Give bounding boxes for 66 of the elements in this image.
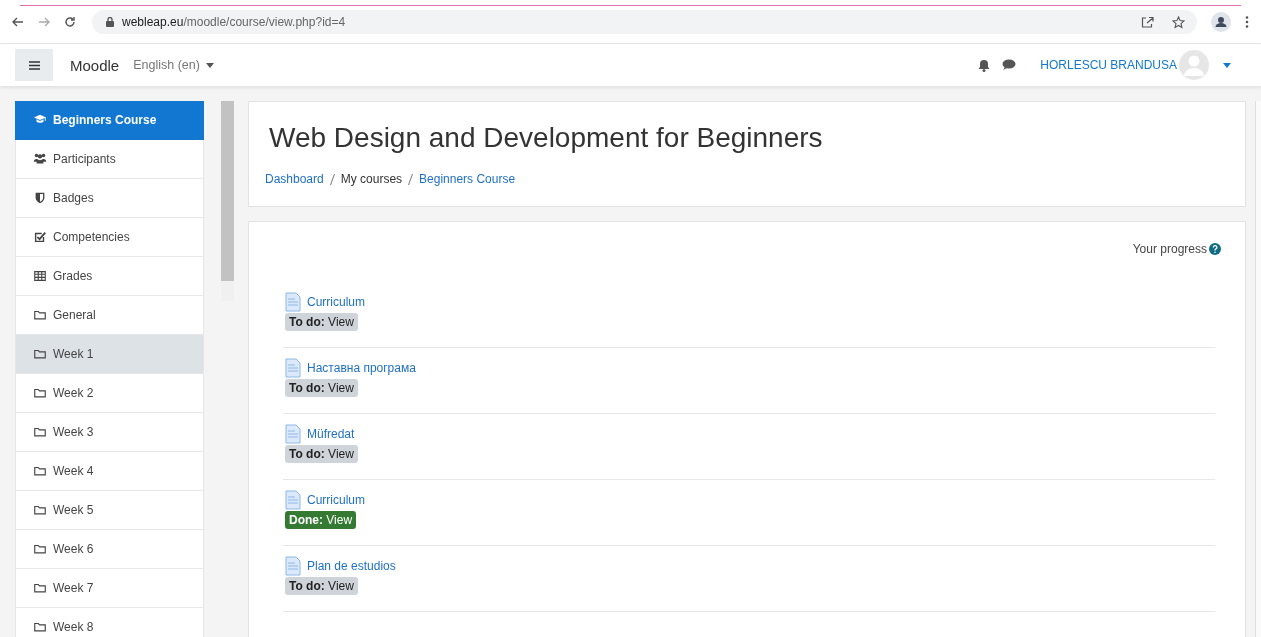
file-icon [285,424,301,444]
scrollbar[interactable] [221,101,234,301]
user-name[interactable]: HORLESCU BRANDUSA [1040,58,1177,72]
sidebar-item[interactable]: Week 1 [15,335,204,374]
file-icon [285,556,301,576]
sidebar-item[interactable]: Week 6 [15,530,204,569]
menu-button[interactable] [15,49,53,81]
completion-badge[interactable]: To do: View [285,379,358,397]
folder-icon [33,386,47,400]
lock-icon [106,17,114,27]
table-icon [33,269,47,283]
shield-icon [33,191,47,205]
share-icon[interactable] [1141,16,1154,28]
sidebar-item[interactable]: Week 7 [15,569,204,608]
sidebar-item[interactable]: General [15,296,204,335]
sidebar-item[interactable]: Week 4 [15,452,204,491]
activity-link[interactable]: Curriculum [307,493,365,507]
folder-icon [33,620,47,634]
sidebar-item[interactable]: Competencies [15,218,204,257]
completion-badge[interactable]: Done: View [285,511,357,529]
breadcrumb-text: My courses [340,172,403,186]
activity-link[interactable]: Наставна програма [307,361,416,375]
caret-icon[interactable] [1223,62,1231,68]
sidebar-item[interactable]: Week 2 [15,374,204,413]
page-title: Web Design and Development for Beginners [269,122,824,154]
activity-link[interactable]: Plan de estudios [307,559,396,573]
folder-icon [33,542,47,556]
folder-icon [33,347,47,361]
completion-badge[interactable]: To do: View [285,445,358,463]
completion-badge[interactable]: To do: View [285,577,358,595]
reload-icon[interactable] [64,16,76,28]
progress-label: Your progress [1132,242,1207,256]
folder-icon [33,581,47,595]
profile-icon[interactable] [1211,12,1231,32]
folder-icon [33,503,47,517]
sidebar-item[interactable]: Grades [15,257,204,296]
chat-icon[interactable] [1002,59,1017,71]
language-menu[interactable]: English (en) [133,58,214,72]
activity-link[interactable]: Müfredat [307,427,355,441]
site-name[interactable]: Moodle [70,56,120,74]
sidebar-item[interactable]: Week 8 [15,608,204,637]
breadcrumb-link[interactable]: Beginners Course [419,172,516,186]
sidebar-item[interactable]: Badges [15,179,204,218]
address-bar[interactable]: webleap.eu/moodle/course/view.php?id=4 [92,10,1197,34]
more-icon[interactable] [1245,16,1249,28]
people-icon [33,152,47,166]
breadcrumb-link[interactable]: Dashboard [265,172,324,186]
help-icon[interactable] [1209,243,1221,255]
caret-icon [205,62,214,68]
checkbox-icon [33,230,47,244]
sidebar-item[interactable]: Participants [15,140,204,179]
sidebar-item[interactable]: Beginners Course [15,101,204,140]
folder-icon [33,425,47,439]
folder-icon [33,308,47,322]
file-icon [285,358,301,378]
menu-icon [28,60,40,70]
folder-icon [33,464,47,478]
completion-badge[interactable]: To do: View [285,313,358,331]
file-icon [285,292,301,312]
star-icon[interactable] [1172,15,1185,29]
back-icon[interactable] [12,17,24,27]
sidebar-item[interactable]: Week 3 [15,413,204,452]
activity-link[interactable]: Curriculum [307,295,365,309]
file-icon [285,490,301,510]
sidebar-item[interactable]: Week 5 [15,491,204,530]
bell-icon[interactable] [978,58,991,72]
